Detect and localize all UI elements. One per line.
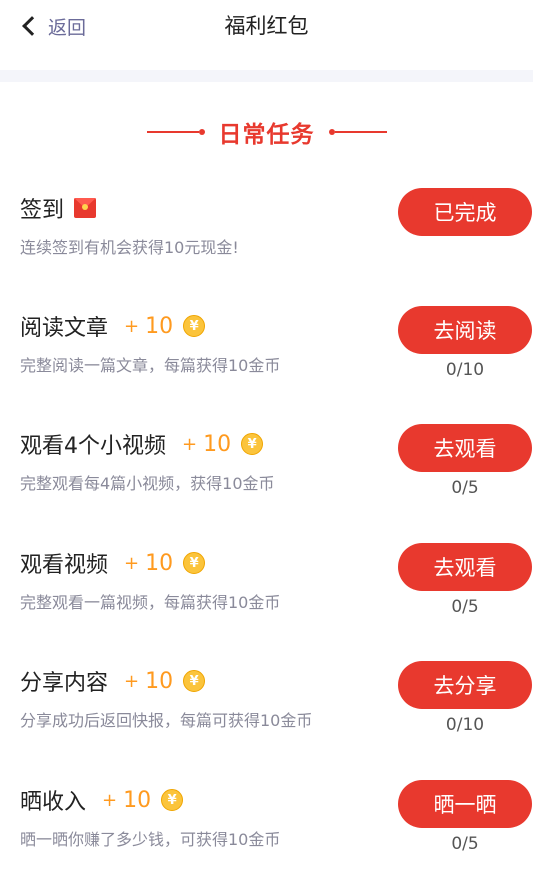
reward-amount: + 10 ¥ — [124, 668, 206, 694]
coin-icon: ¥ — [183, 552, 206, 574]
reward-value: 10 — [123, 787, 152, 813]
reward-amount: + 10 ¥ — [124, 313, 206, 339]
task-name: 观看视频 — [20, 553, 109, 578]
task-description: 连续签到有机会获得10元现金! — [20, 238, 239, 257]
coin-icon: ¥ — [241, 433, 264, 455]
reward-value: 10 — [145, 313, 174, 339]
task-description: 完整阅读一篇文章，每篇获得10金币 — [20, 356, 281, 375]
section-heading: 日常任务 — [0, 114, 533, 150]
task-item-read: 阅读文章 + 10 ¥ 完整阅读一篇文章，每篇获得10金币 去阅读 0/10 — [0, 306, 533, 406]
task-name: 签到 — [20, 198, 65, 223]
task-progress: 0/5 — [451, 834, 479, 854]
task-progress: 0/10 — [445, 360, 485, 380]
reward-value: 10 — [145, 550, 174, 576]
reward-amount: + 10 ¥ — [102, 787, 184, 813]
reward-plus: + — [124, 552, 140, 574]
task-description: 完整观看每4篇小视频，获得10金币 — [20, 474, 275, 493]
go-read-button[interactable]: 去阅读 — [398, 306, 532, 354]
heading-line-right — [334, 131, 387, 133]
show-income-button[interactable]: 晒一晒 — [398, 780, 532, 828]
task-progress: 0/5 — [451, 478, 479, 498]
go-watch-video-button[interactable]: 去观看 — [398, 543, 532, 591]
task-name: 分享内容 — [20, 671, 109, 696]
header-bar: 返回 福利红包 — [0, 0, 533, 70]
task-title-row: 分享内容 + 10 ¥ — [20, 661, 206, 701]
reward-plus: + — [182, 433, 198, 455]
task-item-video: 观看视频 + 10 ¥ 完整观看一篇视频，每篇获得10金币 去观看 0/5 — [0, 543, 533, 643]
coin-icon: ¥ — [161, 789, 184, 811]
task-item-show-income: 晒收入 + 10 ¥ 晒一晒你赚了多少钱，可获得10金币 晒一晒 0/5 — [0, 780, 533, 880]
task-name: 阅读文章 — [20, 316, 109, 341]
heading-dot-left — [198, 129, 205, 135]
red-envelope-icon — [74, 198, 97, 218]
reward-amount: + 10 ¥ — [182, 431, 264, 457]
reward-plus: + — [124, 315, 140, 337]
task-title-row: 观看视频 + 10 ¥ — [20, 543, 206, 583]
coin-icon: ¥ — [183, 315, 206, 337]
heading-line-left — [146, 131, 199, 133]
task-item-short-videos: 观看4个小视频 + 10 ¥ 完整观看每4篇小视频，获得10金币 去观看 0/5 — [0, 424, 533, 524]
task-name: 观看4个小视频 — [20, 434, 166, 459]
task-description: 完整观看一篇视频，每篇获得10金币 — [20, 593, 281, 612]
signin-done-button[interactable]: 已完成 — [398, 188, 532, 236]
reward-amount: + 10 ¥ — [124, 550, 206, 576]
go-share-button[interactable]: 去分享 — [398, 661, 532, 709]
section-divider — [0, 70, 533, 82]
task-progress: 0/10 — [445, 715, 485, 735]
task-description: 晒一晒你赚了多少钱，可获得10金币 — [20, 830, 281, 849]
task-title-row: 晒收入 + 10 ¥ — [20, 780, 184, 820]
task-item-share: 分享内容 + 10 ¥ 分享成功后返回快报，每篇可获得10金币 去分享 0/10 — [0, 661, 533, 761]
task-title-row: 观看4个小视频 + 10 ¥ — [20, 424, 264, 464]
section-title: 日常任务 — [218, 122, 315, 148]
reward-plus: + — [102, 789, 118, 811]
task-title-row: 阅读文章 + 10 ¥ — [20, 306, 206, 346]
reward-plus: + — [124, 670, 140, 692]
go-watch-short-button[interactable]: 去观看 — [398, 424, 532, 472]
task-description: 分享成功后返回快报，每篇可获得10金币 — [20, 711, 313, 730]
task-name: 晒收入 — [20, 790, 87, 815]
page-title: 福利红包 — [224, 14, 309, 38]
coin-icon: ¥ — [183, 670, 206, 692]
task-progress: 0/5 — [451, 597, 479, 617]
task-title-row: 签到 — [20, 188, 97, 228]
reward-value: 10 — [145, 668, 174, 694]
task-item-signin: 签到 连续签到有机会获得10元现金! 已完成 — [0, 188, 533, 288]
reward-value: 10 — [203, 431, 232, 457]
